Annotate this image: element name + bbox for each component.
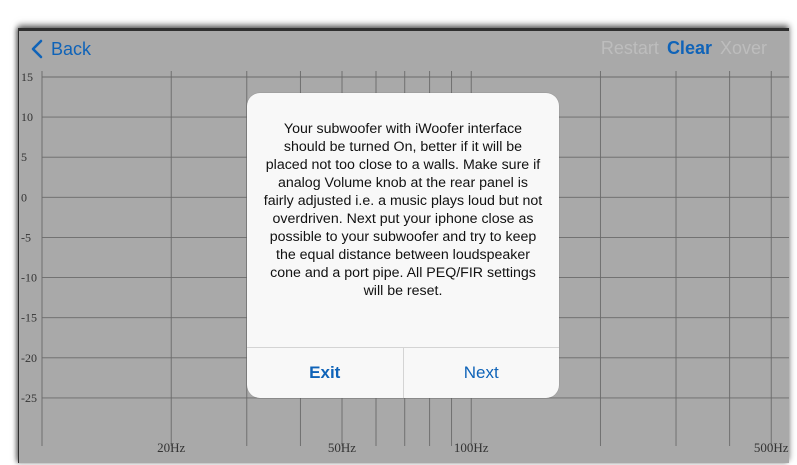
app-window: 15 10 5 0 -5 -10 -15 -20 -25 20Hz 50Hz 100Hz 500Hz … (18, 28, 789, 463)
exit-button[interactable]: Exit (247, 348, 404, 398)
dialog-message: Your subwoofer with iWoofer interface sh… (263, 121, 543, 299)
dialog-buttons: Exit Next (247, 347, 559, 398)
next-button[interactable]: Next (404, 348, 560, 398)
modal-overlay: Your subwoofer with iWoofer interface sh… (19, 31, 789, 463)
alert-dialog: Your subwoofer with iWoofer interface sh… (247, 93, 559, 398)
